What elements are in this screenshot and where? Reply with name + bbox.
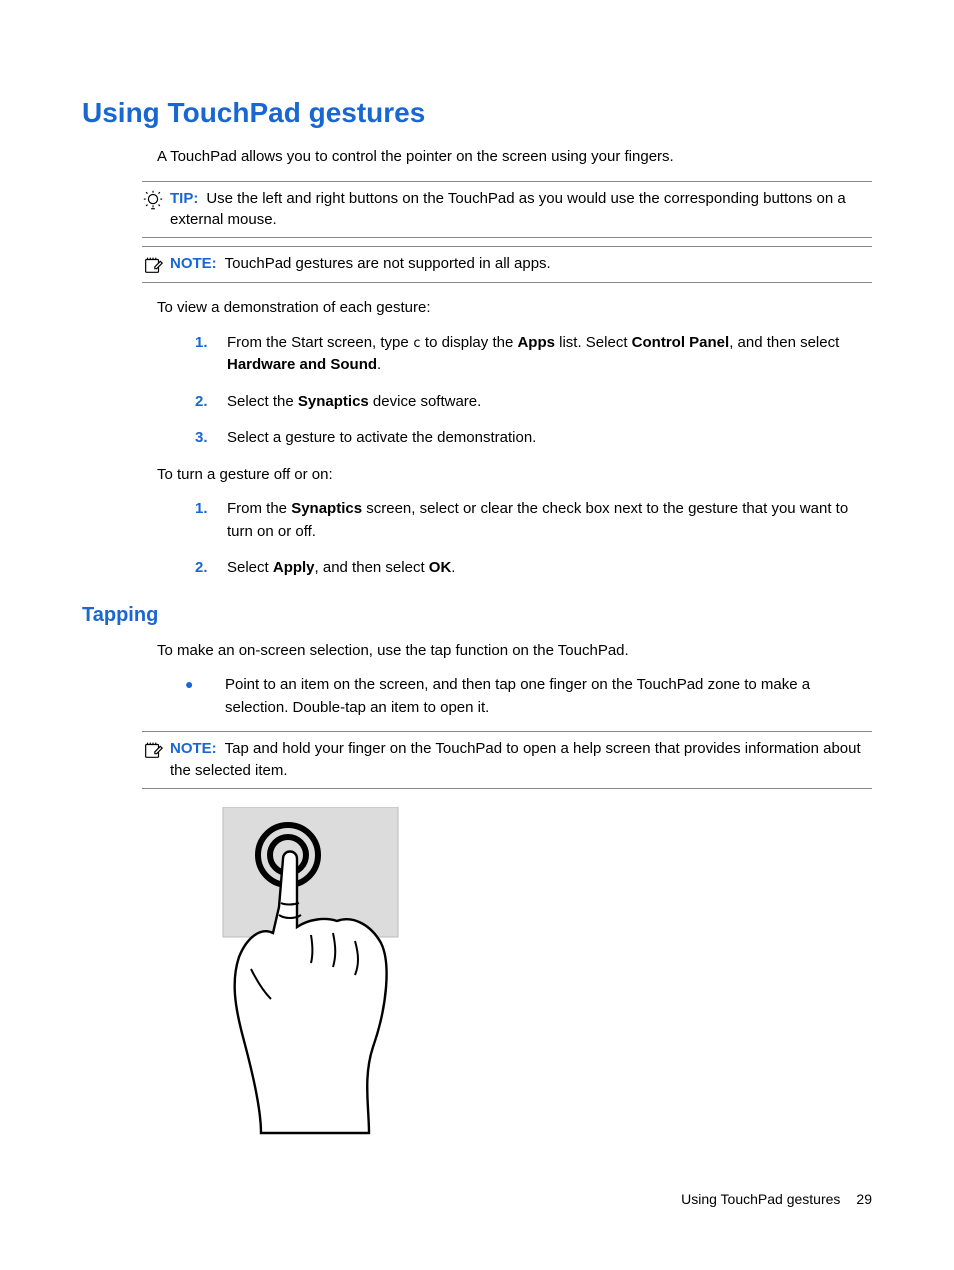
demo-intro: To view a demonstration of each gesture: xyxy=(157,297,872,320)
note-apps-text: TouchPad gestures are not supported in a… xyxy=(225,255,551,272)
tapping-bullets: ● Point to an item on the screen, and th… xyxy=(157,674,872,719)
demo-step-2: 2. Select the Synaptics device software. xyxy=(195,391,872,414)
intro-block: A TouchPad allows you to control the poi… xyxy=(82,146,872,169)
step-text: Select the Synaptics device software. xyxy=(227,391,872,414)
step-number: 2. xyxy=(195,391,227,414)
heading-main: Using TouchPad gestures xyxy=(82,92,872,134)
tapping-block: To make an on-screen selection, use the … xyxy=(82,640,872,720)
note-taphold-label: NOTE: xyxy=(170,740,217,757)
tap-gesture-figure xyxy=(157,807,872,1137)
note-icon xyxy=(142,254,164,276)
note-icon xyxy=(142,739,164,761)
toggle-intro: To turn a gesture off or on: xyxy=(157,464,872,487)
note-apps-body: NOTE: TouchPad gestures are not supported… xyxy=(170,253,872,275)
bullet-icon: ● xyxy=(185,674,225,695)
step-number: 1. xyxy=(195,498,227,521)
footer-running-title: Using TouchPad gestures xyxy=(681,1189,840,1210)
step-text: Select a gesture to activate the demonst… xyxy=(227,427,872,450)
tapping-bullet-1: ● Point to an item on the screen, and th… xyxy=(185,674,872,719)
intro-text: A TouchPad allows you to control the poi… xyxy=(157,146,872,169)
toggle-steps: 1. From the Synaptics screen, select or … xyxy=(157,498,872,580)
step-number: 1. xyxy=(195,332,227,355)
note-taphold-body: NOTE:Tap and hold your finger on the Tou… xyxy=(170,738,872,782)
footer-page-number: 29 xyxy=(856,1189,872,1210)
tip-label: TIP: xyxy=(170,190,198,207)
tapping-desc: To make an on-screen selection, use the … xyxy=(157,640,872,663)
step-text: Select Apply, and then select OK. xyxy=(227,557,872,580)
note-apps-label: NOTE: xyxy=(170,255,217,272)
demo-steps: 1. From the Start screen, type c to disp… xyxy=(157,332,872,450)
demo-step-3: 3. Select a gesture to activate the demo… xyxy=(195,427,872,450)
demo-block: To view a demonstration of each gesture:… xyxy=(82,297,872,580)
demo-step-1: 1. From the Start screen, type c to disp… xyxy=(195,332,872,377)
bullet-text: Point to an item on the screen, and then… xyxy=(225,674,872,719)
toggle-step-2: 2. Select Apply, and then select OK. xyxy=(195,557,872,580)
step-text: From the Start screen, type c to display… xyxy=(227,332,872,377)
note-taphold-text: Tap and hold your finger on the TouchPad… xyxy=(170,740,861,779)
tip-body: TIP:Use the left and right buttons on th… xyxy=(170,188,872,232)
page-footer: Using TouchPad gestures 29 xyxy=(681,1189,872,1210)
heading-tapping: Tapping xyxy=(82,600,872,630)
tip-text: Use the left and right buttons on the To… xyxy=(170,190,846,229)
step-number: 3. xyxy=(195,427,227,450)
lightbulb-icon xyxy=(142,189,164,211)
figure-block xyxy=(82,807,872,1137)
note-taphold-callout: NOTE:Tap and hold your finger on the Tou… xyxy=(142,731,872,789)
toggle-step-1: 1. From the Synaptics screen, select or … xyxy=(195,498,872,543)
tip-callout: TIP:Use the left and right buttons on th… xyxy=(142,181,872,239)
step-text: From the Synaptics screen, select or cle… xyxy=(227,498,872,543)
step-number: 2. xyxy=(195,557,227,580)
note-apps-callout: NOTE: TouchPad gestures are not supported… xyxy=(142,246,872,283)
